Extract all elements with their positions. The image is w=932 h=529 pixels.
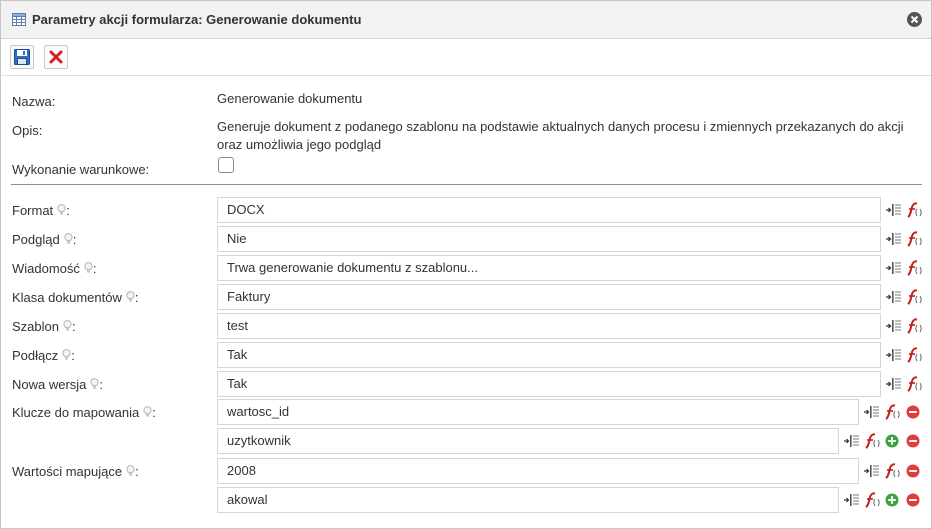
close-icon xyxy=(910,15,919,24)
function-icon[interactable] xyxy=(863,432,881,450)
description-value: Generuje dokument z podanego szablonu na… xyxy=(217,118,922,154)
param-label-text: Klasa dokumentów xyxy=(12,290,122,305)
remove-icon[interactable] xyxy=(906,493,924,511)
floppy-disk-icon xyxy=(14,49,30,65)
param-label-text: Szablon xyxy=(12,319,59,334)
param-input[interactable]: 2008 xyxy=(217,458,859,484)
lightbulb-hint-icon[interactable] xyxy=(63,320,72,335)
param-input[interactable]: uzytkownik xyxy=(217,428,839,454)
param-label: Klasa dokumentów: xyxy=(12,290,138,306)
param-label-text: Format xyxy=(12,203,54,218)
lightbulb-hint-icon[interactable] xyxy=(143,406,152,421)
function-icon[interactable] xyxy=(863,491,881,509)
function-icon[interactable] xyxy=(905,317,923,335)
function-icon[interactable] xyxy=(905,288,923,306)
label-colon: : xyxy=(72,232,77,247)
save-button[interactable] xyxy=(10,45,34,69)
remove-icon[interactable] xyxy=(906,434,924,452)
description-line: oraz umożliwia jego podgląd xyxy=(217,137,382,152)
conditional-label: Wykonanie warunkowe: xyxy=(12,162,150,177)
param-label: Podłącz: xyxy=(12,348,75,364)
param-input[interactable]: akowal xyxy=(217,487,839,513)
add-icon[interactable] xyxy=(885,434,903,452)
param-label: Klucze do mapowania: xyxy=(12,405,156,421)
function-icon[interactable] xyxy=(883,403,901,421)
param-label-text: Wartości mapujące xyxy=(12,464,123,479)
param-label-text: Podłącz xyxy=(12,348,59,363)
insert-variable-icon[interactable] xyxy=(885,201,903,219)
function-icon[interactable] xyxy=(905,375,923,393)
window-title: Parametry akcji formularza: Generowanie … xyxy=(32,12,362,27)
param-label: Szablon: xyxy=(12,319,76,335)
param-label-text: Wiadomość xyxy=(12,261,80,276)
remove-icon[interactable] xyxy=(906,405,924,423)
red-x-icon xyxy=(49,50,63,64)
function-icon[interactable] xyxy=(905,230,923,248)
insert-variable-icon[interactable] xyxy=(885,346,903,364)
add-icon[interactable] xyxy=(885,493,903,511)
label-colon: : xyxy=(71,348,75,363)
param-label-text: Podgląd xyxy=(12,232,60,247)
name-value: Generowanie dokumentu xyxy=(217,91,363,106)
insert-variable-icon[interactable] xyxy=(885,288,903,306)
param-input[interactable]: Tak xyxy=(217,371,881,397)
insert-variable-icon[interactable] xyxy=(885,230,903,248)
description-label: Opis: xyxy=(12,123,43,138)
function-icon[interactable] xyxy=(905,201,923,219)
label-colon: : xyxy=(134,290,139,305)
close-button[interactable] xyxy=(907,12,922,27)
description-line: Generuje dokument z podanego szablonu na… xyxy=(217,119,904,134)
param-label: Wiadomość: xyxy=(12,261,97,277)
label-colon: : xyxy=(152,405,156,420)
function-icon[interactable] xyxy=(883,462,901,480)
lightbulb-hint-icon[interactable] xyxy=(126,465,135,480)
param-input[interactable]: Nie xyxy=(217,226,881,252)
insert-variable-icon[interactable] xyxy=(843,432,861,450)
insert-variable-icon[interactable] xyxy=(863,462,881,480)
lightbulb-hint-icon[interactable] xyxy=(84,262,93,277)
table-icon xyxy=(12,13,26,26)
insert-variable-icon[interactable] xyxy=(885,375,903,393)
cancel-button[interactable] xyxy=(44,45,68,69)
lightbulb-hint-icon[interactable] xyxy=(62,349,71,364)
name-label: Nazwa: xyxy=(12,94,56,109)
param-input[interactable]: Faktury xyxy=(217,284,881,310)
insert-variable-icon[interactable] xyxy=(863,403,881,421)
param-input[interactable]: Trwa generowanie dokumentu z szablonu... xyxy=(217,255,881,281)
param-input[interactable]: test xyxy=(217,313,881,339)
param-label: Format: xyxy=(12,203,70,219)
param-input[interactable]: wartosc_id xyxy=(217,399,859,425)
section-divider xyxy=(11,184,922,185)
insert-variable-icon[interactable] xyxy=(885,259,903,277)
label-colon: : xyxy=(92,261,97,276)
param-label: Wartości mapujące: xyxy=(12,464,139,480)
param-input[interactable]: DOCX xyxy=(217,197,881,223)
insert-variable-icon[interactable] xyxy=(885,317,903,335)
param-label: Podgląd: xyxy=(12,232,76,248)
lightbulb-hint-icon[interactable] xyxy=(64,233,73,248)
function-icon[interactable] xyxy=(905,346,923,364)
param-input[interactable]: Tak xyxy=(217,342,881,368)
title-bar: Parametry akcji formularza: Generowanie … xyxy=(1,1,931,39)
lightbulb-hint-icon[interactable] xyxy=(126,291,135,306)
label-colon: : xyxy=(99,377,104,392)
dialog-window: Parametry akcji formularza: Generowanie … xyxy=(0,0,932,529)
param-label-text: Klucze do mapowania xyxy=(12,405,140,420)
function-icon[interactable] xyxy=(905,259,923,277)
toolbar xyxy=(1,40,931,76)
param-label-text: Nowa wersja xyxy=(12,377,87,392)
lightbulb-hint-icon[interactable] xyxy=(57,204,66,219)
remove-icon[interactable] xyxy=(906,464,924,482)
param-label: Nowa wersja: xyxy=(12,377,103,393)
insert-variable-icon[interactable] xyxy=(843,491,861,509)
label-colon: : xyxy=(71,319,76,334)
conditional-checkbox[interactable] xyxy=(218,157,234,173)
label-colon: : xyxy=(135,464,139,479)
label-colon: : xyxy=(66,203,70,218)
